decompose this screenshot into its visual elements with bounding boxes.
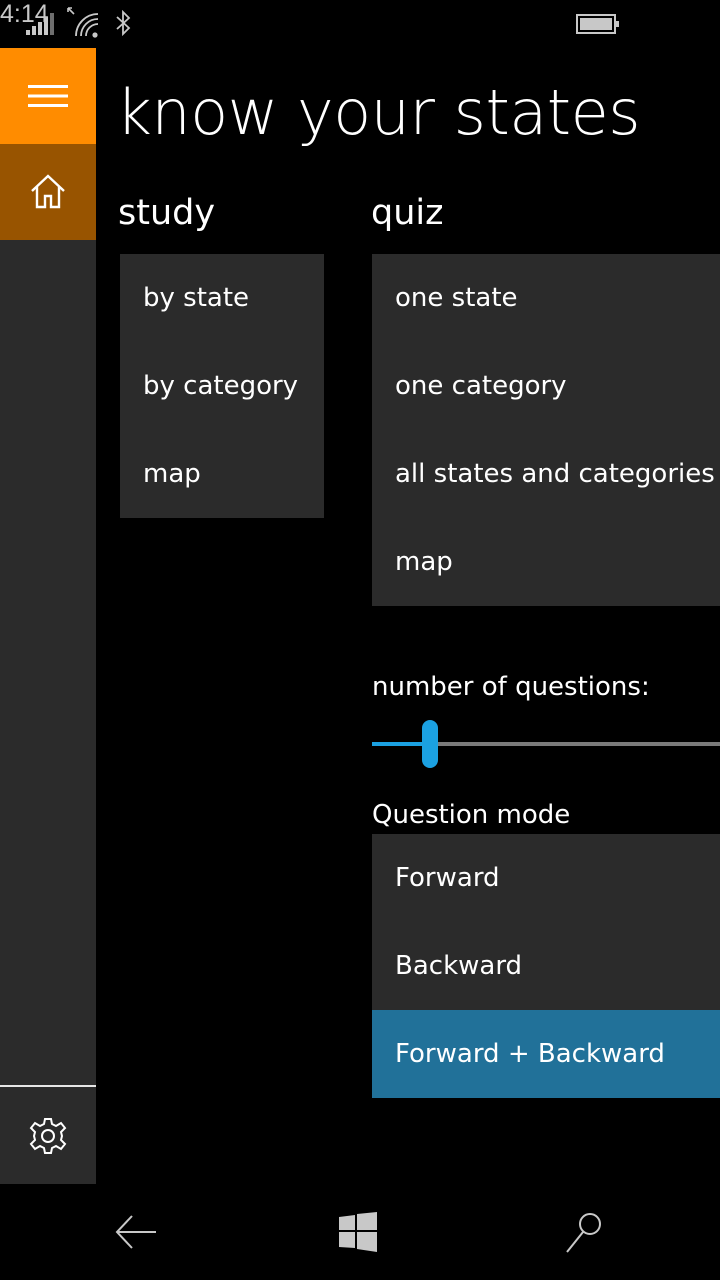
bluetooth-icon bbox=[116, 10, 131, 36]
wifi-icon bbox=[67, 7, 99, 38]
hamburger-icon bbox=[28, 85, 68, 107]
home-nav-button[interactable] bbox=[0, 144, 96, 240]
gear-icon bbox=[29, 1117, 67, 1154]
search-icon bbox=[566, 1213, 601, 1253]
mode-option-forward[interactable]: Forward bbox=[372, 834, 720, 922]
study-list: by state by category map bbox=[120, 254, 324, 518]
quiz-item-one-category[interactable]: one category bbox=[372, 342, 720, 430]
slider-fill bbox=[372, 742, 430, 746]
slider-thumb[interactable] bbox=[421, 720, 438, 768]
hamburger-menu-button[interactable] bbox=[0, 48, 96, 144]
settings-button[interactable] bbox=[0, 1087, 96, 1184]
windows-logo-icon bbox=[339, 1212, 377, 1252]
page-title: know your states bbox=[116, 76, 641, 149]
quiz-item-map[interactable]: map bbox=[372, 518, 720, 606]
system-nav-bar bbox=[0, 1184, 720, 1280]
status-bar: 4:14 bbox=[0, 0, 720, 48]
search-button[interactable] bbox=[560, 1208, 608, 1256]
number-of-questions-slider[interactable] bbox=[372, 720, 720, 768]
quiz-item-one-state[interactable]: one state bbox=[372, 254, 720, 342]
battery-icon bbox=[576, 14, 619, 34]
signal-icon bbox=[26, 13, 54, 35]
study-item-map[interactable]: map bbox=[120, 430, 324, 518]
question-mode-list: Forward Backward Forward + Backward bbox=[372, 834, 720, 1098]
quiz-header: quiz bbox=[371, 193, 444, 233]
number-of-questions-label: number of questions: bbox=[372, 672, 650, 702]
start-button[interactable] bbox=[334, 1208, 382, 1256]
back-button[interactable] bbox=[112, 1208, 160, 1256]
back-arrow-icon bbox=[115, 1215, 156, 1249]
quiz-item-all-states-and-categories[interactable]: all states and categories bbox=[372, 430, 720, 518]
quiz-list: one state one category all states and ca… bbox=[372, 254, 720, 606]
study-item-by-state[interactable]: by state bbox=[120, 254, 324, 342]
mode-option-forward-backward[interactable]: Forward + Backward bbox=[372, 1010, 720, 1098]
app-screen: 4:14 know your states study quiz by stat… bbox=[0, 0, 720, 1280]
mode-option-backward[interactable]: Backward bbox=[372, 922, 720, 1010]
nav-rail bbox=[0, 48, 96, 1184]
study-header: study bbox=[118, 193, 216, 233]
study-item-by-category[interactable]: by category bbox=[120, 342, 324, 430]
home-icon bbox=[31, 174, 65, 209]
question-mode-label: Question mode bbox=[372, 800, 571, 830]
